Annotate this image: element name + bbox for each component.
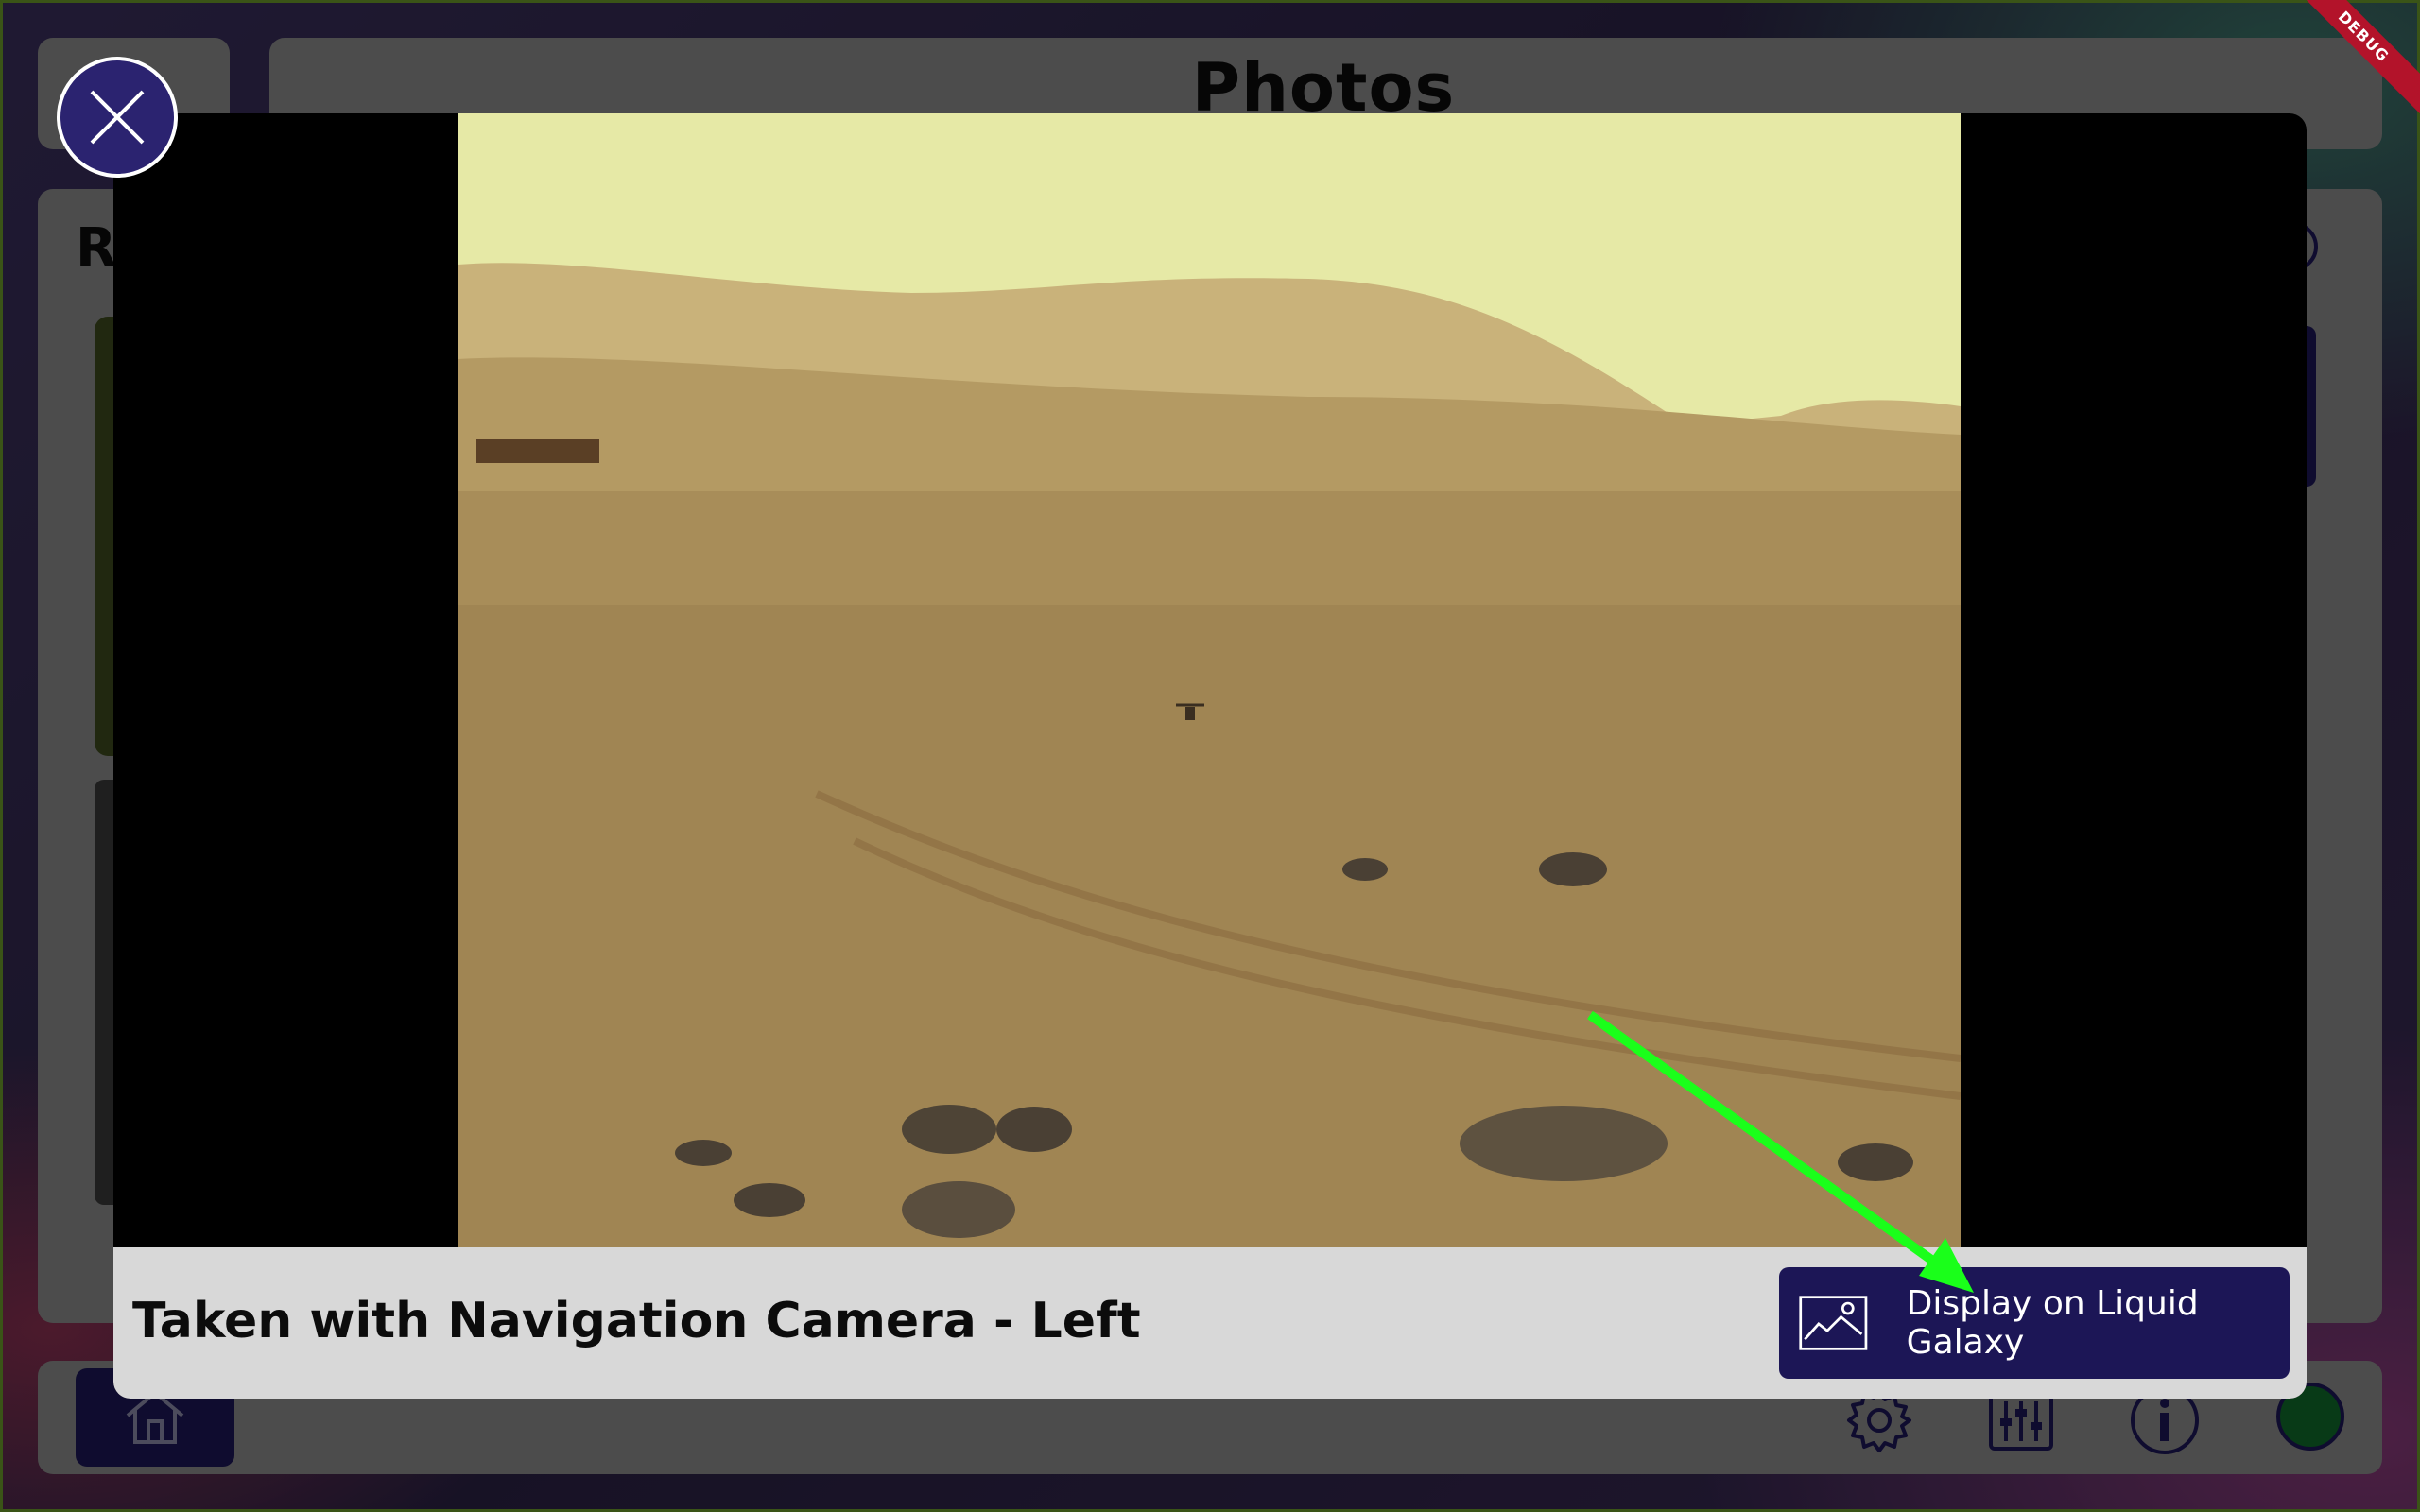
close-dialog-button[interactable]	[57, 57, 178, 178]
image-icon	[1799, 1296, 1868, 1350]
display-on-liquid-galaxy-button[interactable]: Display on Liquid Galaxy	[1779, 1267, 2290, 1379]
mars-landscape-image	[458, 113, 1961, 1247]
photo-dialog: Taken with Navigation Camera - Left Disp…	[113, 113, 2307, 1399]
mars-photo	[458, 113, 1961, 1247]
display-button-label: Display on Liquid Galaxy	[1906, 1284, 2199, 1362]
close-icon	[90, 90, 145, 145]
photo-caption: Taken with Navigation Camera - Left	[132, 1293, 1141, 1349]
